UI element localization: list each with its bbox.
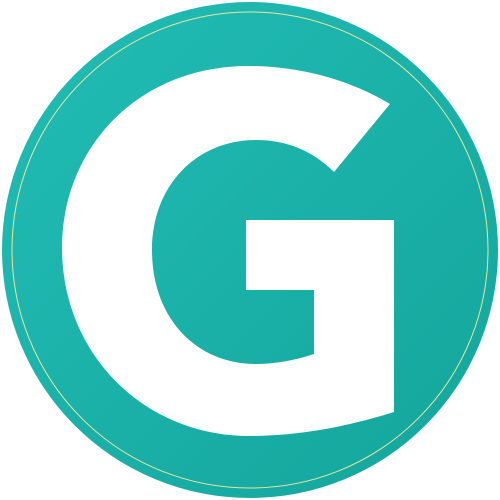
g-logo [0, 0, 500, 500]
g-logo-svg [2, 2, 498, 498]
